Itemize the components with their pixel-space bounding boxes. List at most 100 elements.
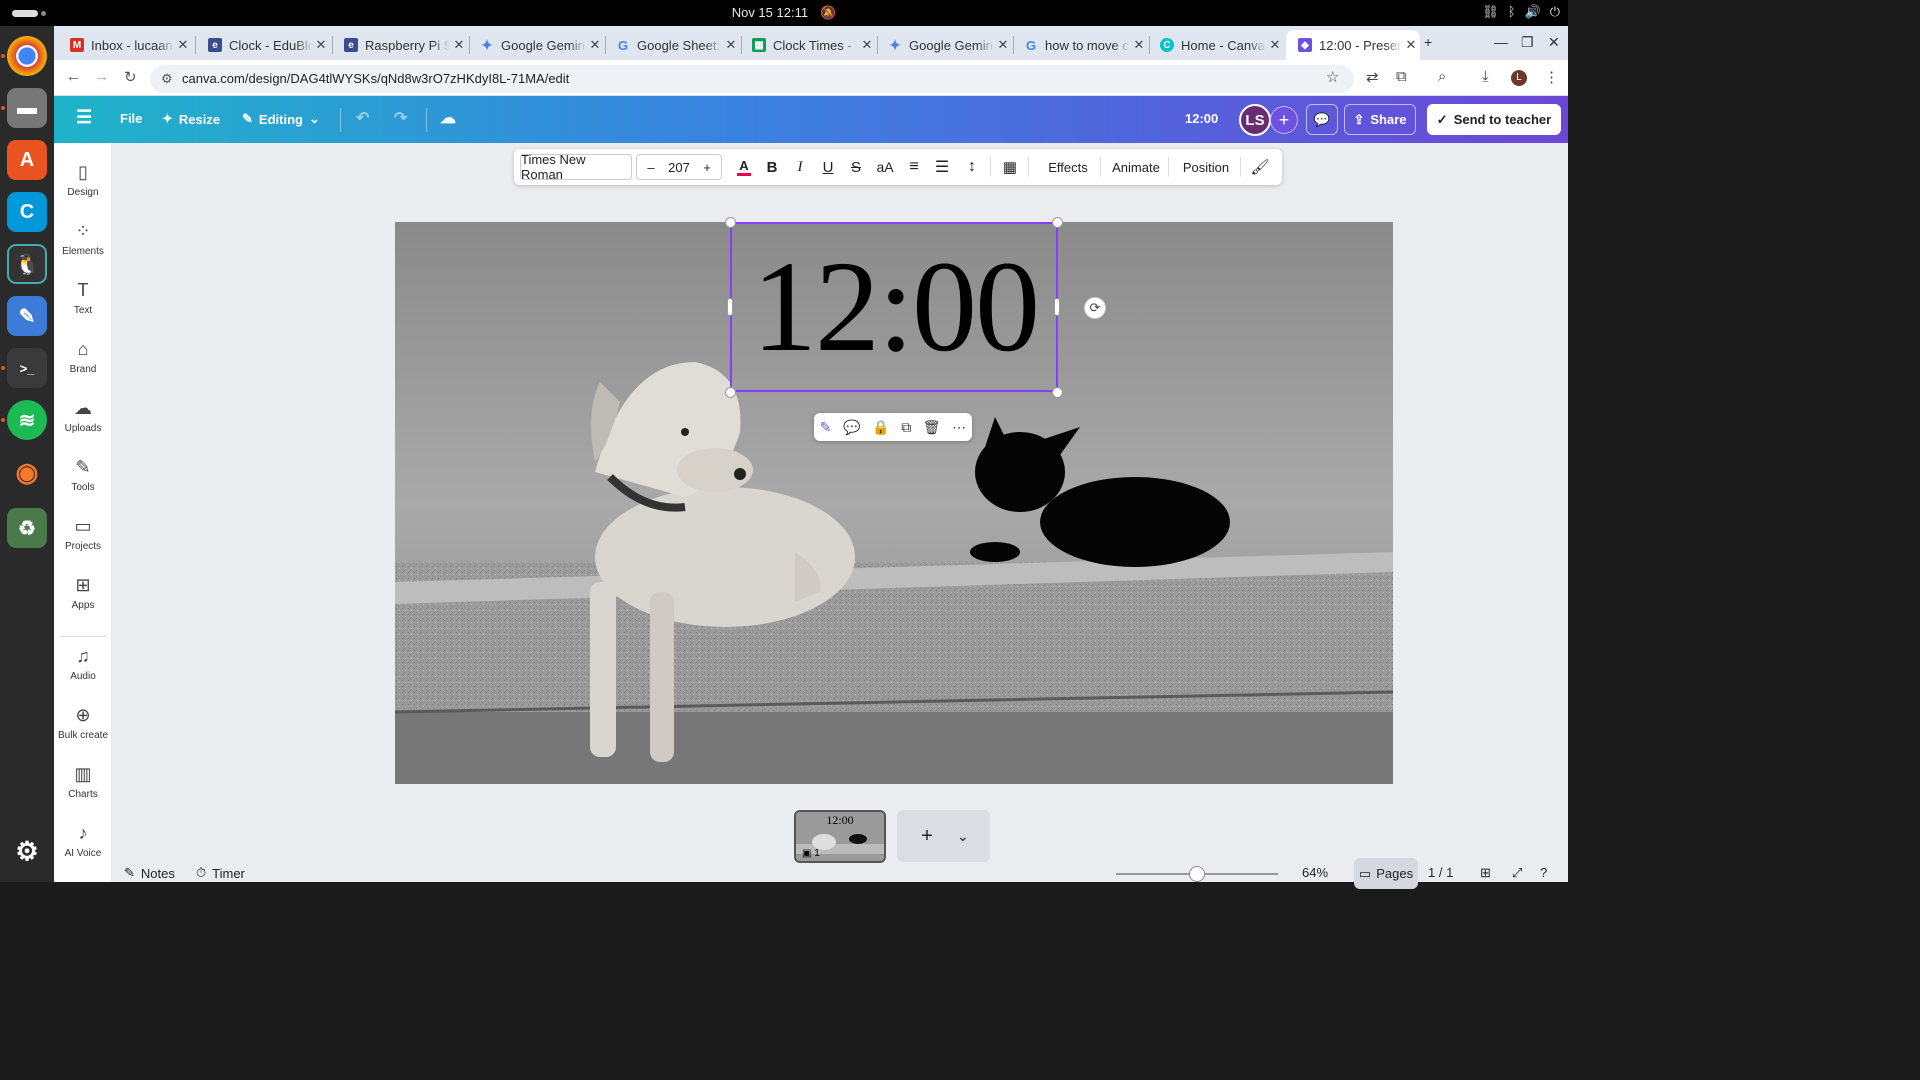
- undo-icon[interactable]: ↶: [356, 108, 369, 128]
- tab-how-to-move[interactable]: Ghow to move c ✕: [1012, 30, 1148, 60]
- sidebar-item-brand[interactable]: ⌂ Brand: [54, 338, 112, 375]
- add-comment-icon[interactable]: 💬: [843, 419, 860, 436]
- bookmark-star-icon[interactable]: ☆: [1326, 68, 1339, 86]
- tab-gemini[interactable]: ✦ Google Gemin ✕: [468, 30, 604, 60]
- italic-button[interactable]: I: [788, 149, 812, 185]
- power-icon[interactable]: ⏻: [1550, 4, 1560, 20]
- minimize-icon[interactable]: —: [1494, 34, 1508, 50]
- user-avatar[interactable]: LS: [1239, 104, 1271, 136]
- close-tab-icon[interactable]: ✕: [994, 37, 1012, 53]
- site-info-icon[interactable]: ⚙: [161, 65, 173, 93]
- decrease-size-button[interactable]: –: [637, 160, 665, 175]
- sidebar-item-text[interactable]: T Text: [54, 279, 112, 316]
- send-to-teacher-button[interactable]: ✓ Send to teacher: [1427, 104, 1561, 135]
- close-tab-icon[interactable]: ✕: [1402, 37, 1420, 53]
- duplicate-icon[interactable]: ⧉: [901, 419, 911, 436]
- tab-edublocks-clock[interactable]: e Clock - EduBlo ✕: [196, 30, 330, 60]
- position-button[interactable]: Position: [1176, 149, 1236, 185]
- more-options-icon[interactable]: ⋯: [952, 419, 966, 436]
- tab-canva-home[interactable]: C Home - Canva ✕: [1148, 30, 1284, 60]
- blender-icon[interactable]: ◉: [7, 452, 47, 492]
- font-family-dropdown[interactable]: Times New Roman: [520, 152, 632, 182]
- strikethrough-button[interactable]: S: [844, 149, 868, 185]
- tab-raspberry-pi[interactable]: e Raspberry Pi S ✕: [332, 30, 468, 60]
- media-icon[interactable]: ⇄: [1366, 68, 1379, 86]
- sidebar-item-tools[interactable]: ✎ Tools: [54, 456, 112, 493]
- zoom-slider[interactable]: [1116, 866, 1278, 882]
- pages-button[interactable]: ▭ Pages: [1354, 858, 1418, 889]
- sidebar-item-projects[interactable]: ▭ Projects: [54, 515, 112, 552]
- hamburger-menu-icon[interactable]: ☰: [76, 107, 92, 128]
- letter-case-button[interactable]: aA: [872, 149, 898, 185]
- lock-icon[interactable]: 🔒: [872, 419, 889, 436]
- trash-icon[interactable]: ♻: [7, 508, 47, 548]
- close-tab-icon[interactable]: ✕: [1130, 37, 1148, 53]
- effects-button[interactable]: Effects: [1038, 149, 1098, 185]
- resize-handle[interactable]: [1052, 387, 1063, 398]
- sidebar-item-elements[interactable]: ⁘ Elements: [54, 220, 112, 257]
- close-tab-icon[interactable]: ✕: [722, 37, 740, 53]
- sidebar-item-charts[interactable]: ▥ Charts: [54, 763, 112, 800]
- restore-icon[interactable]: ❐: [1521, 34, 1534, 51]
- url-field[interactable]: ⚙ canva.com/design/DAG4tlWYSKs/qNd8w3rO7z…: [150, 65, 1354, 93]
- tab-gmail[interactable]: M Inbox - lucaan ✕: [58, 30, 192, 60]
- file-menu[interactable]: File: [120, 111, 142, 126]
- share-button[interactable]: ⇪ Share: [1344, 104, 1416, 135]
- editing-mode-button[interactable]: ✎ Editing ⌄: [242, 111, 320, 127]
- sidebar-item-uploads[interactable]: ☁ Uploads: [54, 397, 112, 434]
- sidebar-item-design[interactable]: ▯ Design: [54, 161, 112, 198]
- browser-menu-icon[interactable]: ⋮: [1544, 68, 1559, 86]
- network-icon[interactable]: ⛓: [1482, 4, 1499, 20]
- close-tab-icon[interactable]: ✕: [174, 37, 192, 53]
- close-tab-icon[interactable]: ✕: [450, 37, 468, 53]
- system-clock[interactable]: Nov 15 12:11 🔕: [0, 5, 1568, 21]
- text-color-button[interactable]: A: [732, 149, 756, 185]
- side-handle[interactable]: [727, 298, 733, 316]
- resize-handle[interactable]: [725, 387, 736, 398]
- redo-icon[interactable]: ↷: [394, 108, 407, 128]
- align-center-icon[interactable]: ≡: [902, 149, 926, 185]
- sidebar-item-apps[interactable]: ⊞ Apps: [54, 574, 112, 611]
- timer-button[interactable]: ⏱ Timer: [196, 865, 245, 881]
- bluetooth-icon[interactable]: ᛒ: [1508, 4, 1516, 20]
- delete-icon[interactable]: 🗑: [923, 419, 941, 436]
- close-tab-icon[interactable]: ✕: [312, 37, 330, 53]
- files-icon[interactable]: ▬: [7, 88, 47, 128]
- design-title[interactable]: 12:00: [1185, 111, 1218, 126]
- close-tab-icon[interactable]: ✕: [586, 37, 604, 53]
- sidebar-item-bulk-create[interactable]: ⊕ Bulk create: [54, 704, 112, 741]
- profile-avatar[interactable]: L: [1511, 70, 1527, 86]
- sidebar-item-audio[interactable]: ♫ Audio: [54, 645, 112, 682]
- spotify-icon[interactable]: ≋: [7, 400, 47, 440]
- grid-view-icon[interactable]: ⊞: [1480, 865, 1491, 881]
- notes-button[interactable]: ✎ Notes: [124, 865, 175, 881]
- fullscreen-icon[interactable]: ⤢: [1512, 865, 1522, 881]
- bold-button[interactable]: B: [760, 149, 784, 185]
- tab-gemini-2[interactable]: ✦ Google Gemin ✕: [876, 30, 1012, 60]
- chevron-down-icon[interactable]: ⌄: [957, 828, 969, 845]
- resize-button[interactable]: ✦ Resize: [162, 111, 220, 127]
- new-tab-icon[interactable]: +: [1424, 34, 1432, 50]
- volume-icon[interactable]: 🔊: [1525, 4, 1541, 20]
- downloads-icon[interactable]: ⤓: [1482, 68, 1489, 85]
- software-center-icon[interactable]: A: [7, 140, 47, 180]
- spacing-icon[interactable]: ↕: [960, 149, 984, 185]
- side-handle[interactable]: [1054, 298, 1060, 316]
- add-page-icon[interactable]: +: [897, 825, 957, 848]
- chrome-icon[interactable]: [7, 36, 47, 76]
- show-apps-icon[interactable]: ⚙: [7, 831, 47, 871]
- help-icon[interactable]: ?: [1540, 865, 1547, 880]
- penguin-app-icon[interactable]: 🐧: [7, 244, 47, 284]
- extensions-icon[interactable]: ⧉: [1396, 68, 1407, 85]
- tab-clock-times-sheet[interactable]: ▦ Clock Times - ✕: [740, 30, 876, 60]
- resize-handle[interactable]: [1052, 217, 1063, 228]
- increase-size-button[interactable]: +: [693, 160, 721, 175]
- text-editor-icon[interactable]: ✎: [7, 296, 47, 336]
- transparency-icon[interactable]: ▦: [998, 149, 1022, 185]
- close-tab-icon[interactable]: ✕: [858, 37, 876, 53]
- zoom-slider-thumb[interactable]: [1189, 866, 1205, 882]
- rotate-icon[interactable]: ⟳: [1084, 297, 1106, 319]
- page-thumbnail[interactable]: 12:00 ▣ 1: [794, 810, 886, 863]
- comments-button[interactable]: 💬: [1306, 104, 1338, 135]
- close-window-icon[interactable]: ✕: [1548, 34, 1560, 51]
